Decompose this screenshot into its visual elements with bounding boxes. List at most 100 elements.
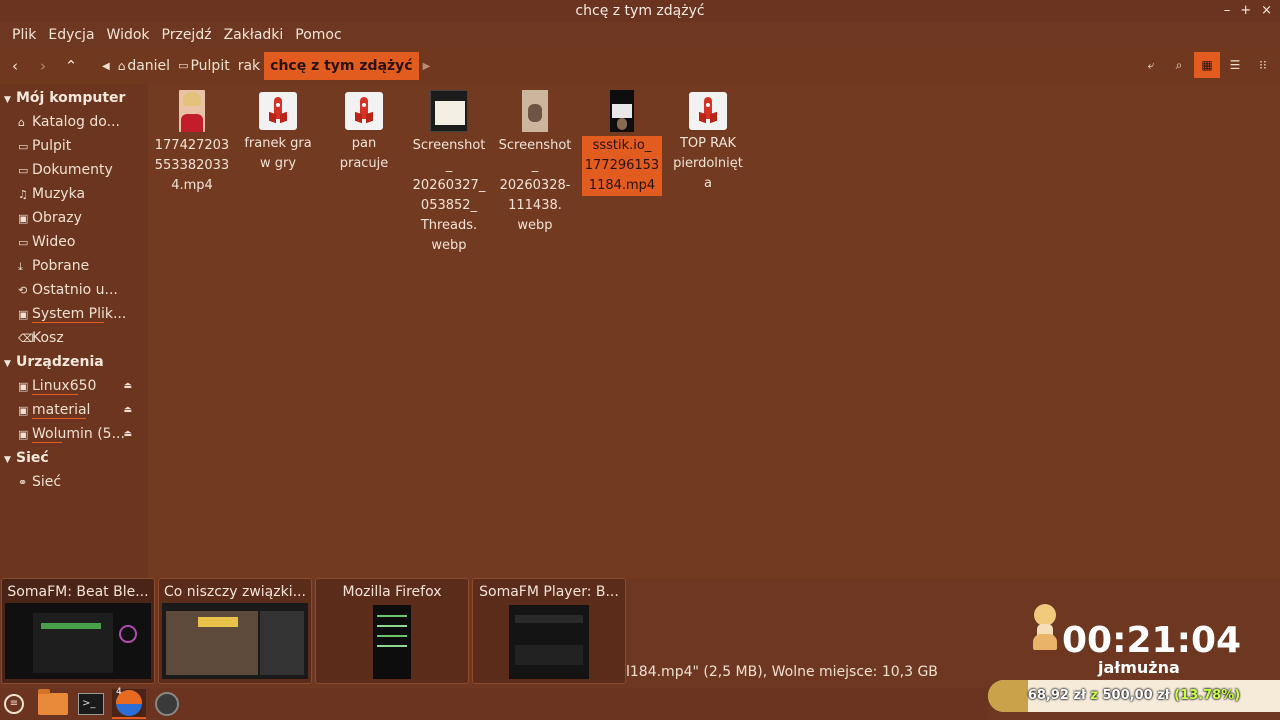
sidebar-item-label: Wolumin (5... xyxy=(32,426,125,442)
breadcrumb-label: Pulpit xyxy=(190,58,230,74)
sidebar-section-network[interactable]: ▼ Sieć xyxy=(0,446,148,470)
status-text: l184.mp4" (2,5 MB), Wolne miejsce: 10,3 … xyxy=(626,664,938,680)
sidebar-item-label: Sieć xyxy=(32,474,62,490)
sidebar-item-recent[interactable]: ⟲ Ostatnio u... xyxy=(0,278,148,302)
task-preview-somafm-player[interactable]: SomaFM Player: B... xyxy=(472,578,626,684)
sidebar-item-network[interactable]: ⚭ Sieć xyxy=(0,470,148,494)
window-titlebar: chcę z tym zdążyć – + × xyxy=(0,0,1280,22)
file-name: franek gra w gry xyxy=(244,136,312,171)
taskbar-files[interactable] xyxy=(36,689,70,719)
expand-triangle-icon: ▼ xyxy=(4,359,11,369)
image-thumbnail xyxy=(522,90,548,132)
sidebar-item-documents[interactable]: ▭ Dokumenty xyxy=(0,158,148,182)
sidebar-item-desktop[interactable]: ▭ Pulpit xyxy=(0,134,148,158)
task-preview-video[interactable]: Co niszczy związki... xyxy=(158,578,312,684)
task-preview-title: Mozilla Firefox xyxy=(342,584,442,600)
start-menu-button[interactable]: ≡ xyxy=(0,689,28,719)
toggle-location-icon[interactable]: ⤶ xyxy=(1138,52,1164,78)
drive-icon: ▣ xyxy=(18,404,29,417)
taskbar-firefox[interactable]: 4 xyxy=(112,687,146,719)
menu-pomoc[interactable]: Pomoc xyxy=(289,27,347,43)
folder-icon: ▭ xyxy=(18,140,29,153)
menu-zakladki[interactable]: Zakładki xyxy=(218,27,290,43)
file-name: 177427203 553382033 4.mp4 xyxy=(154,138,230,193)
toolbar: ‹ › ⌃ ◀ ⌂ daniel ▭ Pulpit rak chcę z tym… xyxy=(0,48,1280,84)
trash-icon: ⌫ xyxy=(18,332,34,345)
file-item[interactable]: franek gra w gry xyxy=(238,92,318,174)
sidebar-item-label: Katalog do... xyxy=(32,114,120,130)
breadcrumb-rak[interactable]: rak xyxy=(234,52,264,80)
breadcrumb-pulpit[interactable]: ▭ Pulpit xyxy=(174,52,234,80)
drive-icon: ▣ xyxy=(18,380,29,393)
sidebar-item-trash[interactable]: ⌫Kosz xyxy=(0,326,148,350)
chevron-right-icon: › xyxy=(40,57,46,75)
mascot-image xyxy=(1030,604,1060,660)
breadcrumb-left-arrow-icon[interactable]: ◀ xyxy=(98,61,114,72)
sidebar-item-volume[interactable]: ▣ Wolumin (5... ⏏ xyxy=(0,422,148,446)
sidebar-item-videos[interactable]: ▭ Wideo xyxy=(0,230,148,254)
file-item[interactable]: 177427203 553382033 4.mp4 xyxy=(152,90,232,196)
breadcrumb-current[interactable]: chcę z tym zdążyć xyxy=(264,52,419,80)
file-item[interactable]: TOP RAK pierdolnięt a xyxy=(668,92,748,194)
preview-thumbnail xyxy=(509,605,589,679)
breadcrumb-right-arrow-icon[interactable]: ▶ xyxy=(419,61,435,72)
compact-view-icon[interactable]: ⁝⁝ xyxy=(1250,52,1276,78)
grid-view-icon[interactable]: ▦ xyxy=(1194,52,1220,78)
sidebar-item-label: material xyxy=(32,402,91,418)
menu-widok[interactable]: Widok xyxy=(101,27,156,43)
sidebar-section-computer[interactable]: ▼ Mój komputer xyxy=(0,86,148,110)
section-title: Sieć xyxy=(16,450,49,466)
donation-text: 68,92 zł z 500,00 zł (13.78%) xyxy=(1027,688,1241,703)
maximize-button[interactable]: + xyxy=(1240,0,1251,22)
menu-przejdz[interactable]: Przejdź xyxy=(156,27,218,43)
task-preview-firefox[interactable]: Mozilla Firefox xyxy=(315,578,469,684)
expand-triangle-icon: ▼ xyxy=(4,455,11,465)
sidebar-item-label: System Plik... xyxy=(32,306,127,322)
donation-goal-bar: 68,92 zł z 500,00 zł (13.78%) xyxy=(988,680,1280,712)
sidebar-item-label: Ostatnio u... xyxy=(32,282,118,298)
taskbar-somafm[interactable] xyxy=(150,689,184,719)
sidebar-item-pictures[interactable]: ▣ Obrazy xyxy=(0,206,148,230)
file-item[interactable]: Screenshot _ 20260327_ 053852_ Threads. webp xyxy=(409,90,489,256)
list-view-icon[interactable]: ☰ xyxy=(1222,52,1248,78)
preview-thumbnail xyxy=(5,603,151,679)
recent-icon: ⟲ xyxy=(18,284,28,297)
sidebar-item-linux650[interactable]: ▣ Linux650 ⏏ xyxy=(0,374,148,398)
sidebar-item-label: Kosz xyxy=(32,330,64,346)
file-item[interactable]: pan pracuje xyxy=(324,92,404,174)
eject-icon[interactable]: ⏏ xyxy=(123,374,132,398)
sidebar-item-label: Dokumenty xyxy=(32,162,113,178)
up-button[interactable]: ⌃ xyxy=(58,53,84,79)
file-item-selected[interactable]: ssstik.io_ 177296153 1184.mp4 xyxy=(582,90,662,196)
drive-icon: ▣ xyxy=(18,428,29,441)
menu-plik[interactable]: Plik xyxy=(6,27,42,43)
usage-bar xyxy=(32,442,62,443)
breadcrumb-label: chcę z tym zdążyć xyxy=(270,58,413,74)
stream-timer: 00:21:04 xyxy=(1062,620,1242,661)
sidebar-item-material[interactable]: ▣ material ⏏ xyxy=(0,398,148,422)
network-icon: ⚭ xyxy=(18,476,28,489)
task-preview-somafm[interactable]: SomaFM: Beat Ble... xyxy=(1,578,155,684)
usage-bar xyxy=(32,418,86,419)
forward-button[interactable]: › xyxy=(30,53,56,79)
menu-bar: Plik Edycja Widok Przejdź Zakładki Pomoc xyxy=(0,22,1280,48)
menu-edycja[interactable]: Edycja xyxy=(42,27,100,43)
eject-icon[interactable]: ⏏ xyxy=(123,398,132,422)
sidebar-item-downloads[interactable]: ⤓ Pobrane xyxy=(0,254,148,278)
image-thumbnail xyxy=(430,90,468,132)
breadcrumb-daniel[interactable]: ⌂ daniel xyxy=(114,52,174,80)
back-button[interactable]: ‹ xyxy=(2,53,28,79)
search-icon[interactable]: ⌕ xyxy=(1166,52,1192,78)
file-name: Screenshot _ 20260328- 111438. webp xyxy=(498,138,572,233)
close-button[interactable]: × xyxy=(1261,0,1272,22)
minimize-button[interactable]: – xyxy=(1224,0,1231,22)
sidebar-item-filesystem[interactable]: ▣ System Plik... xyxy=(0,302,148,326)
preview-thumbnail xyxy=(373,605,411,679)
taskbar-terminal[interactable]: >_ xyxy=(74,689,108,719)
sidebar-section-devices[interactable]: ▼ Urządzenia xyxy=(0,350,148,374)
window-controls: – + × xyxy=(1224,0,1272,22)
file-item[interactable]: Screenshot _ 20260328- 111438. webp xyxy=(495,90,575,236)
sidebar-item-home[interactable]: ⌂ Katalog do... xyxy=(0,110,148,134)
sidebar-item-music[interactable]: ♫ Muzyka xyxy=(0,182,148,206)
eject-icon[interactable]: ⏏ xyxy=(123,422,132,446)
